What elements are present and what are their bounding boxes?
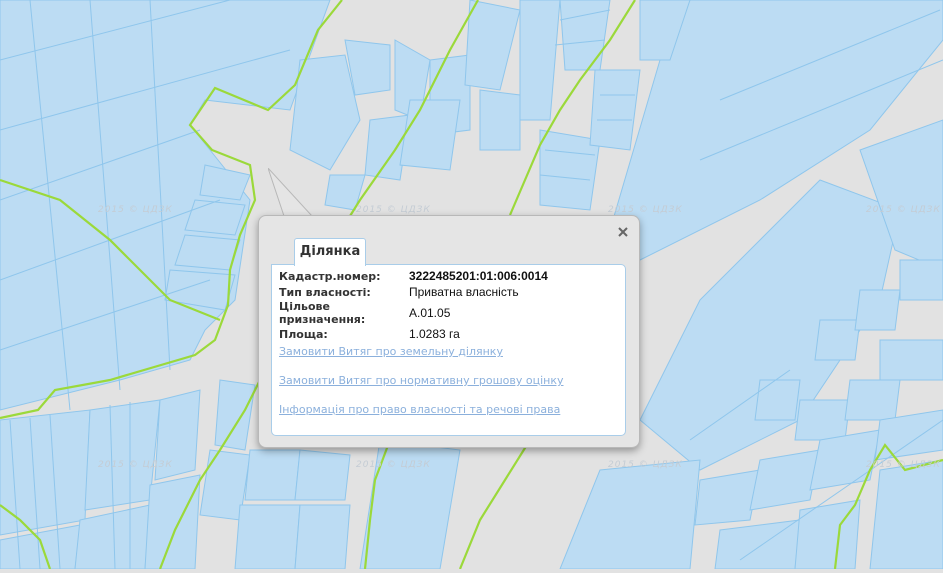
watermark: 2015 © ЦДЗК <box>356 460 431 470</box>
watermark: 2015 © ЦДЗК <box>608 205 683 215</box>
table-row: Площа: 1.0283 га <box>279 326 548 342</box>
purpose-label: Цільове призначення: <box>279 300 366 326</box>
ownership-rights-info-link[interactable]: Інформація про право власності та речові… <box>279 403 560 416</box>
table-row: Кадастр.номер: 3222485201:01:006:0014 <box>279 268 548 284</box>
ownership-type-value: Приватна власність <box>409 285 519 299</box>
purpose-value: A.01.05 <box>409 306 451 320</box>
table-row: Цільове призначення: A.01.05 <box>279 300 548 326</box>
watermark: 2015 © ЦДЗК <box>98 205 173 215</box>
watermark: 2015 © ЦДЗК <box>608 460 683 470</box>
watermark: 2015 © ЦДЗК <box>356 205 431 215</box>
parcel-info-popup: Ділянка Кадастр.номер: 3222485201:01:006… <box>258 215 640 448</box>
watermark: 2015 © ЦДЗК <box>866 460 941 470</box>
order-valuation-extract-link[interactable]: Замовити Витяг про нормативну грошову оц… <box>279 374 563 387</box>
order-parcel-extract-link[interactable]: Замовити Витяг про земельну ділянку <box>279 345 503 358</box>
cadastral-number-value: 3222485201:01:006:0014 <box>409 269 548 283</box>
watermark: 2015 © ЦДЗК <box>866 205 941 215</box>
area-label: Площа: <box>279 327 328 341</box>
area-value: 1.0283 га <box>409 327 460 341</box>
cadastral-number-label: Кадастр.номер: <box>279 269 381 283</box>
parcel-info-panel: Кадастр.номер: 3222485201:01:006:0014 Ти… <box>271 264 626 436</box>
ownership-type-label: Тип власності: <box>279 285 371 299</box>
watermark: 2015 © ЦДЗК <box>98 460 173 470</box>
parcel-attributes-table: Кадастр.номер: 3222485201:01:006:0014 Ти… <box>279 268 548 342</box>
close-icon[interactable] <box>616 224 630 238</box>
table-row: Тип власності: Приватна власність <box>279 284 548 300</box>
tab-parcel[interactable]: Ділянка <box>294 238 366 266</box>
